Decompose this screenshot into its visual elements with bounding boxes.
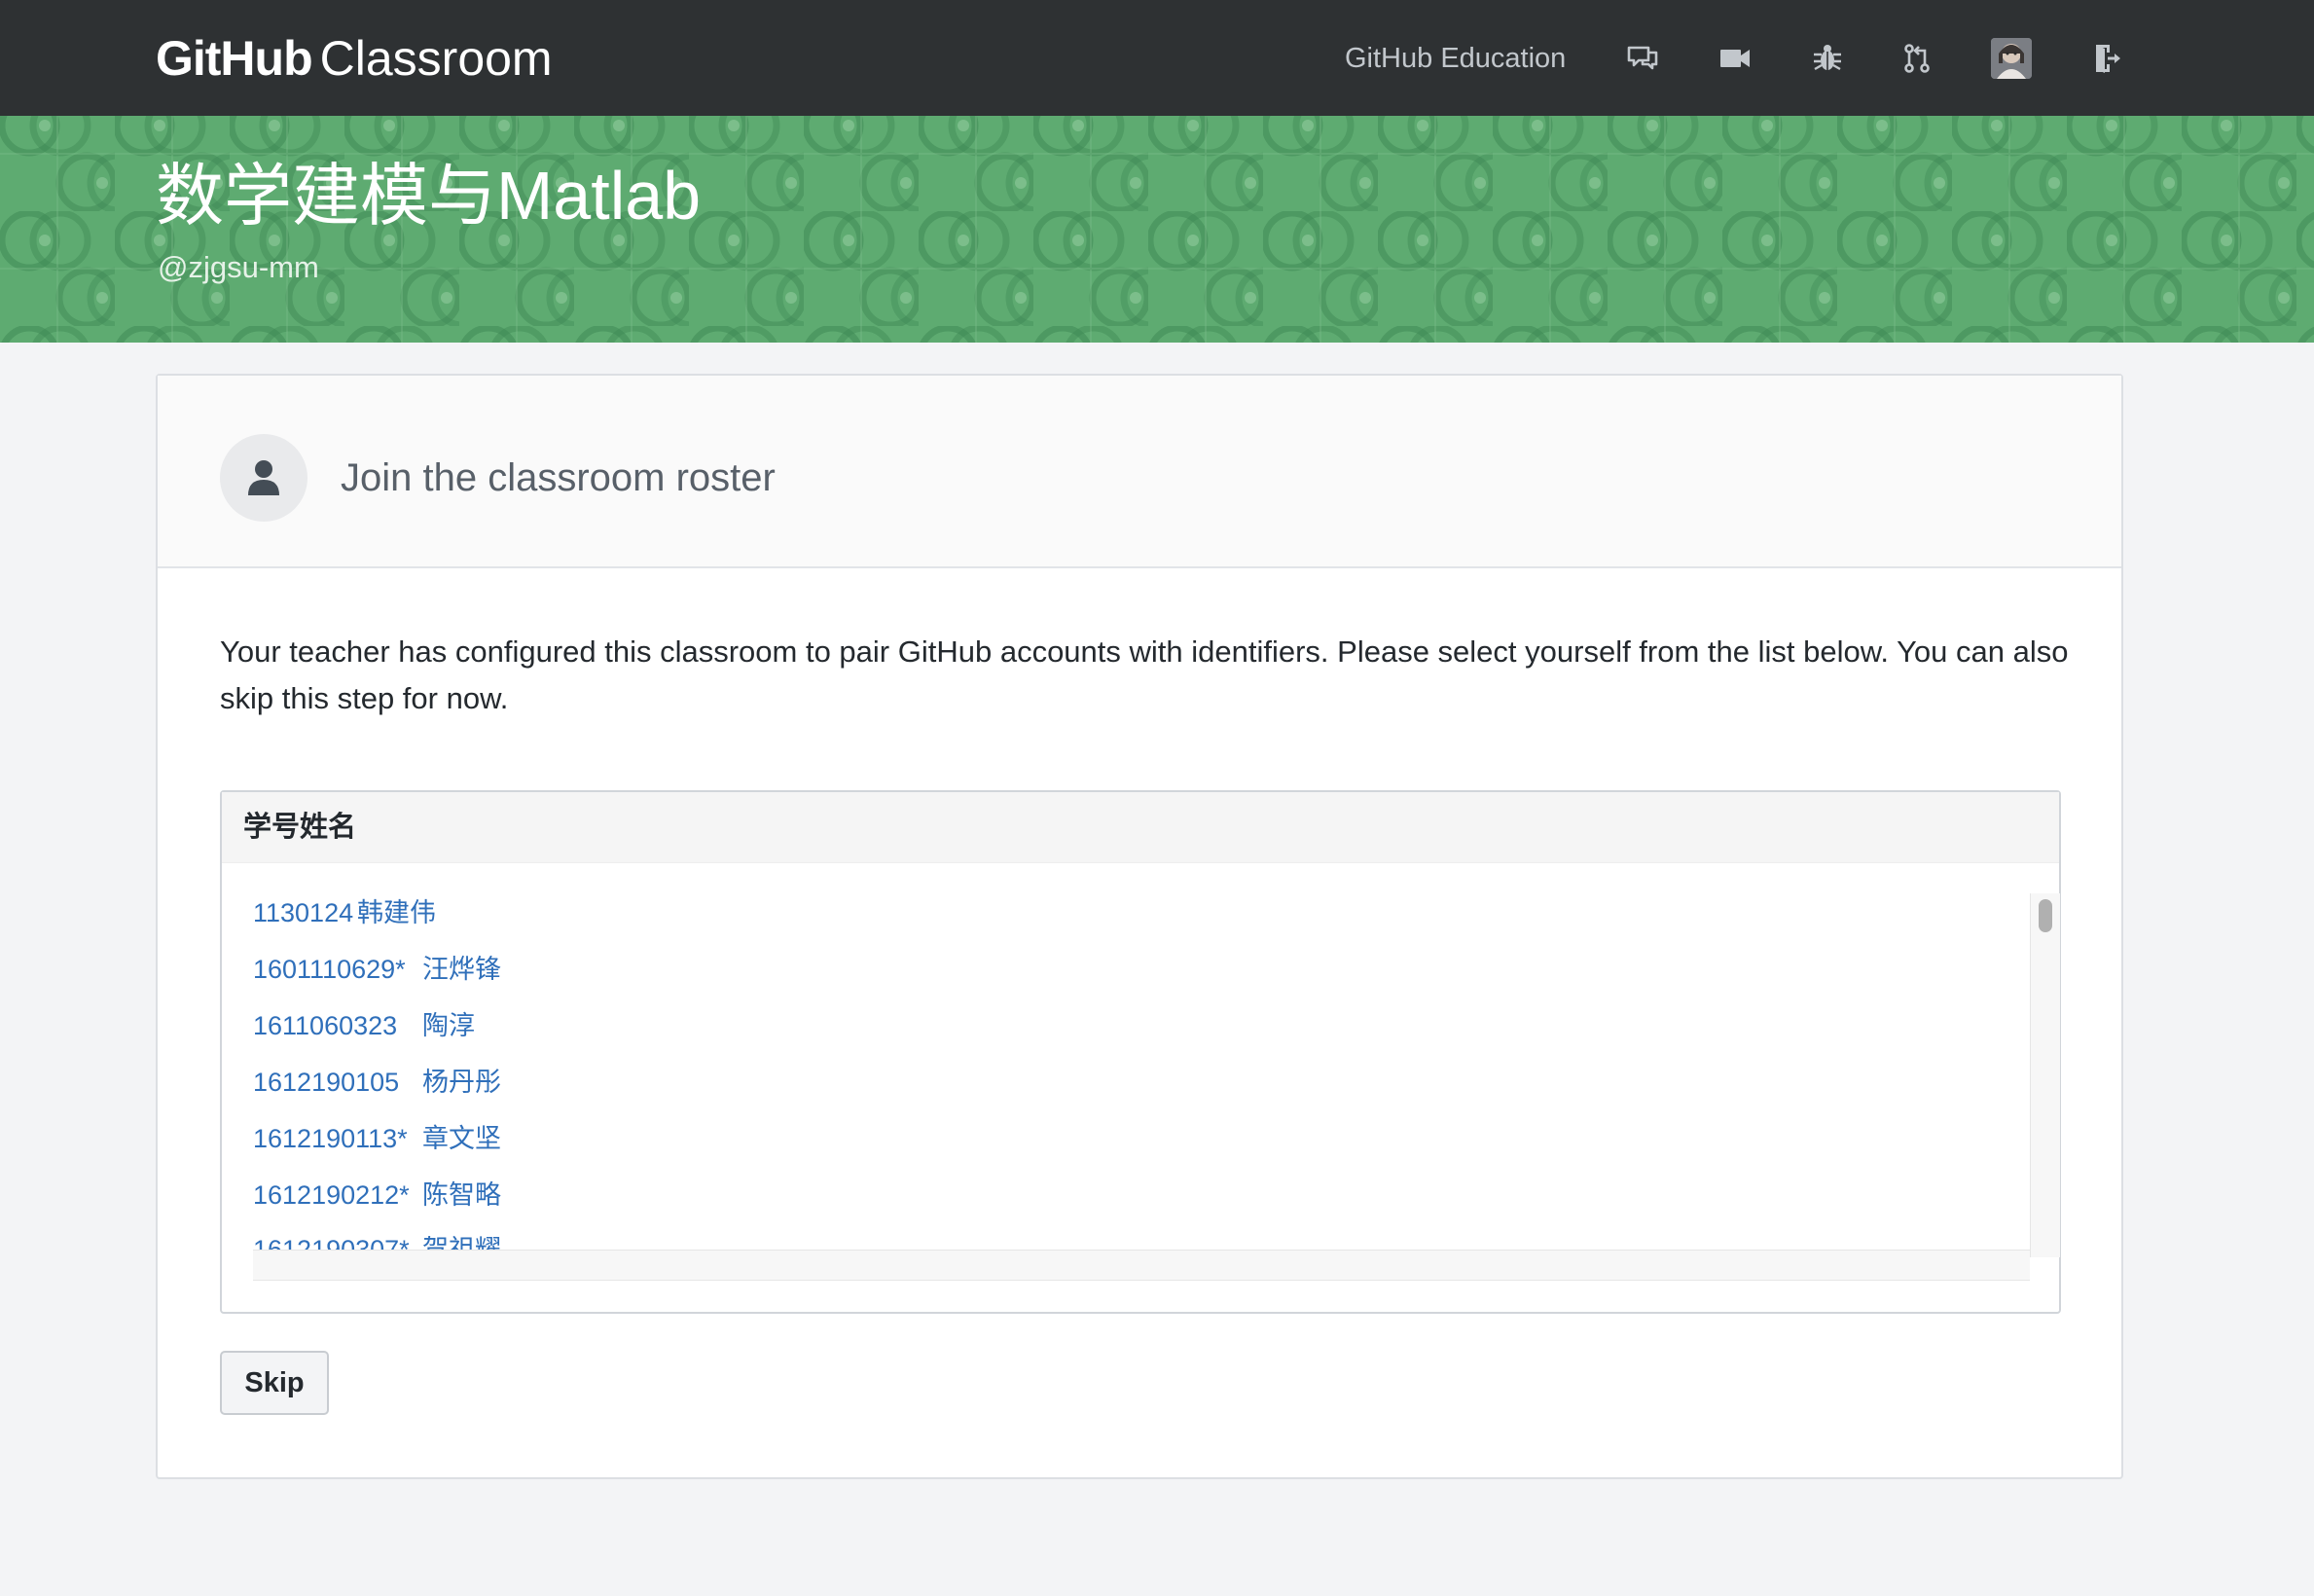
roster-instructions: Your teacher has configured this classro…	[220, 635, 2069, 715]
organization-banner: 数学建模与Matlab @zjgsu-mm	[0, 116, 2314, 343]
roster-entry[interactable]: 1601110629* 汪烨锋	[253, 950, 501, 989]
skip-button[interactable]: Skip	[220, 1351, 329, 1415]
scrollbar-thumb[interactable]	[2039, 899, 2052, 932]
bug-icon[interactable]	[1808, 37, 1847, 80]
logo-classroom-text: Classroom	[319, 31, 553, 86]
roster-list[interactable]: 1130124 韩建伟 1601110629* 汪烨锋 1611060323 陶淳 1…	[253, 893, 2028, 1250]
organization-handle: @zjgsu-mm	[158, 250, 319, 284]
roster-horizontal-scrollbar[interactable]	[253, 1250, 2030, 1281]
student-name: 章文坚	[422, 1124, 501, 1153]
student-id: 1612190212*	[253, 1180, 410, 1210]
join-roster-card: Join the classroom roster Your teacher h…	[156, 374, 2123, 1479]
organization-title: 数学建模与Matlab	[156, 158, 702, 234]
roster-vertical-scrollbar[interactable]	[2030, 893, 2060, 1257]
card-title: Join the classroom roster	[341, 456, 776, 499]
github-education-link[interactable]: GitHub Education	[1345, 39, 1566, 78]
student-id: 1612190307*	[253, 1235, 410, 1250]
pull-request-icon[interactable]	[1898, 37, 1936, 80]
roster-panel: 学号姓名 1130124 韩建伟 1601110629* 汪烨锋 161106032…	[220, 790, 2061, 1314]
roster-entry[interactable]: 1130124 韩建伟	[253, 893, 436, 932]
student-name: 贺祖耀	[422, 1235, 501, 1250]
student-id: 1601110629*	[253, 955, 406, 984]
person-icon	[220, 434, 307, 522]
logo-github-text: GitHub	[156, 31, 313, 86]
student-name: 杨丹彤	[422, 1068, 501, 1097]
card-header: Join the classroom roster	[158, 376, 2121, 568]
student-name: 陶淳	[422, 1011, 475, 1040]
roster-entry[interactable]: 1611060323 陶淳	[253, 1006, 475, 1045]
student-name: 汪烨锋	[422, 955, 501, 984]
roster-column-title: 学号姓名	[243, 812, 357, 843]
avatar[interactable]	[1991, 38, 2032, 79]
roster-entry[interactable]: 1612190307* 贺祖耀	[253, 1230, 501, 1250]
feedback-icon[interactable]	[1623, 37, 1662, 80]
roster-entry[interactable]: 1612190212* 陈智略	[253, 1176, 501, 1215]
student-id: 1612190105	[253, 1068, 400, 1097]
student-id: 1611060323	[253, 1011, 398, 1040]
sign-out-icon[interactable]	[2088, 37, 2127, 80]
roster-entry[interactable]: 1612190105 杨丹彤	[253, 1063, 501, 1102]
student-name: 陈智略	[422, 1180, 501, 1210]
roster-header: 学号姓名	[222, 792, 2059, 863]
roster-entry[interactable]: 1612190113* 章文坚	[253, 1119, 501, 1158]
student-id: 1130124	[253, 898, 354, 927]
student-id: 1612190113*	[253, 1124, 408, 1153]
video-icon[interactable]	[1716, 37, 1754, 80]
github-classroom-logo[interactable]: GitHub Classroom	[156, 27, 553, 90]
top-nav-bar: GitHub Classroom GitHub Education	[0, 0, 2314, 116]
student-name: 韩建伟	[357, 898, 436, 927]
